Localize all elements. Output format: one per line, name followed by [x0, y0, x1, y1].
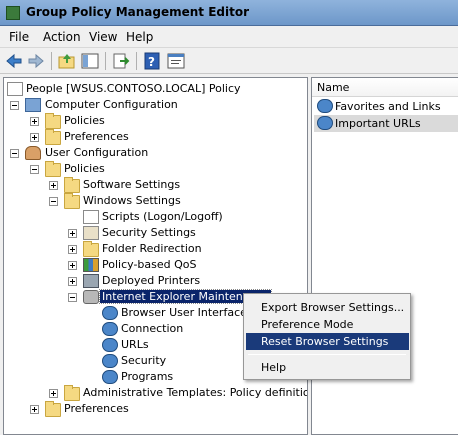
expand-icon[interactable] [68, 277, 77, 286]
forward-arrow-icon[interactable] [26, 51, 46, 71]
tree-node-deployed-printers[interactable]: Deployed Printers [4, 273, 304, 289]
title-bar[interactable]: Group Policy Management Editor [0, 0, 458, 26]
expand-icon[interactable] [68, 229, 77, 238]
help-icon[interactable]: ? [142, 51, 162, 71]
expand-icon[interactable] [49, 389, 58, 398]
expand-icon[interactable] [30, 117, 39, 126]
tree-node-computer-configuration[interactable]: Computer Configuration [4, 97, 304, 113]
menu-view[interactable]: View [89, 30, 117, 44]
up-folder-icon[interactable] [57, 51, 77, 71]
menu-help[interactable]: Help [126, 30, 153, 44]
show-hide-tree-icon[interactable] [80, 51, 100, 71]
gpme-app-icon [6, 6, 20, 20]
expand-icon[interactable] [30, 405, 39, 414]
window-title: Group Policy Management Editor [26, 5, 250, 19]
folder-open-icon [64, 193, 80, 209]
ie-settings-icon [317, 99, 333, 113]
console-tree[interactable]: People [WSUS.CONTOSO.LOCAL] Policy Compu… [3, 77, 308, 435]
ie-settings-icon [102, 322, 118, 336]
expand-icon[interactable] [49, 181, 58, 190]
details-list[interactable]: Name Favorites and Links Important URLs [311, 77, 458, 435]
export-list-icon[interactable] [111, 51, 131, 71]
script-icon [83, 210, 99, 224]
ie-settings-icon [102, 354, 118, 368]
menu-item-export-browser-settings[interactable]: Export Browser Settings... [246, 299, 409, 316]
menu-bar: File Action View Help [0, 26, 458, 48]
back-arrow-icon[interactable] [4, 51, 24, 71]
tree-node-cc-preferences[interactable]: Preferences [4, 129, 304, 145]
tree-node-administrative-templates[interactable]: Administrative Templates: Policy definit… [4, 385, 307, 401]
printer-icon [83, 274, 99, 288]
folder-open-icon [45, 161, 61, 177]
folder-icon [45, 113, 61, 129]
expand-icon[interactable] [68, 245, 77, 254]
computer-icon [25, 98, 41, 112]
policy-document-icon [7, 82, 23, 96]
tree-node-folder-redirection[interactable]: Folder Redirection [4, 241, 304, 257]
collapse-icon[interactable] [68, 293, 77, 302]
tree-node-root[interactable]: People [WSUS.CONTOSO.LOCAL] Policy [4, 81, 304, 97]
tree-node-uc-preferences[interactable]: Preferences [4, 401, 304, 417]
menu-file[interactable]: File [9, 30, 29, 44]
ie-settings-icon [102, 338, 118, 352]
tree-node-user-configuration[interactable]: User Configuration [4, 145, 304, 161]
ie-settings-icon [317, 116, 333, 130]
properties-icon[interactable] [166, 51, 186, 71]
bar-chart-icon [83, 258, 99, 272]
folder-icon [64, 177, 80, 193]
menu-item-help[interactable]: Help [246, 359, 409, 376]
tree-node-security-settings[interactable]: Security Settings [4, 225, 304, 241]
menu-separator [248, 354, 406, 355]
tree-node-cc-policies[interactable]: Policies [4, 113, 304, 129]
collapse-icon[interactable] [30, 165, 39, 174]
collapse-icon[interactable] [10, 149, 19, 158]
list-item-favorites-and-links[interactable]: Favorites and Links [314, 98, 458, 115]
expand-icon[interactable] [68, 261, 77, 270]
folder-icon [45, 129, 61, 145]
folder-icon [45, 401, 61, 417]
column-header-name[interactable]: Name [312, 78, 458, 97]
ie-settings-icon [102, 370, 118, 384]
tree-node-policy-based-qos[interactable]: Policy-based QoS [4, 257, 304, 273]
menu-action[interactable]: Action [43, 30, 81, 44]
user-icon [25, 146, 41, 160]
folder-icon [64, 385, 80, 401]
menu-item-preference-mode[interactable]: Preference Mode [246, 316, 409, 333]
tree-node-windows-settings[interactable]: Windows Settings [4, 193, 304, 209]
svg-text:?: ? [148, 55, 155, 69]
list-item-important-urls[interactable]: Important URLs [314, 115, 458, 132]
security-settings-icon [83, 226, 99, 240]
expand-icon[interactable] [30, 133, 39, 142]
tree-node-software-settings[interactable]: Software Settings [4, 177, 304, 193]
collapse-icon[interactable] [49, 197, 58, 206]
gpme-window: Group Policy Management Editor File Acti… [0, 0, 458, 435]
collapse-icon[interactable] [10, 101, 19, 110]
context-menu: Export Browser Settings... Preference Mo… [243, 293, 411, 380]
toolbar: ? [0, 48, 458, 74]
tree-node-scripts[interactable]: Scripts (Logon/Logoff) [4, 209, 304, 225]
tree-node-uc-policies[interactable]: Policies [4, 161, 304, 177]
ie-maintenance-icon [83, 290, 99, 304]
ie-settings-icon [102, 306, 118, 320]
folder-icon [83, 241, 99, 257]
menu-item-reset-browser-settings[interactable]: Reset Browser Settings [246, 333, 409, 350]
